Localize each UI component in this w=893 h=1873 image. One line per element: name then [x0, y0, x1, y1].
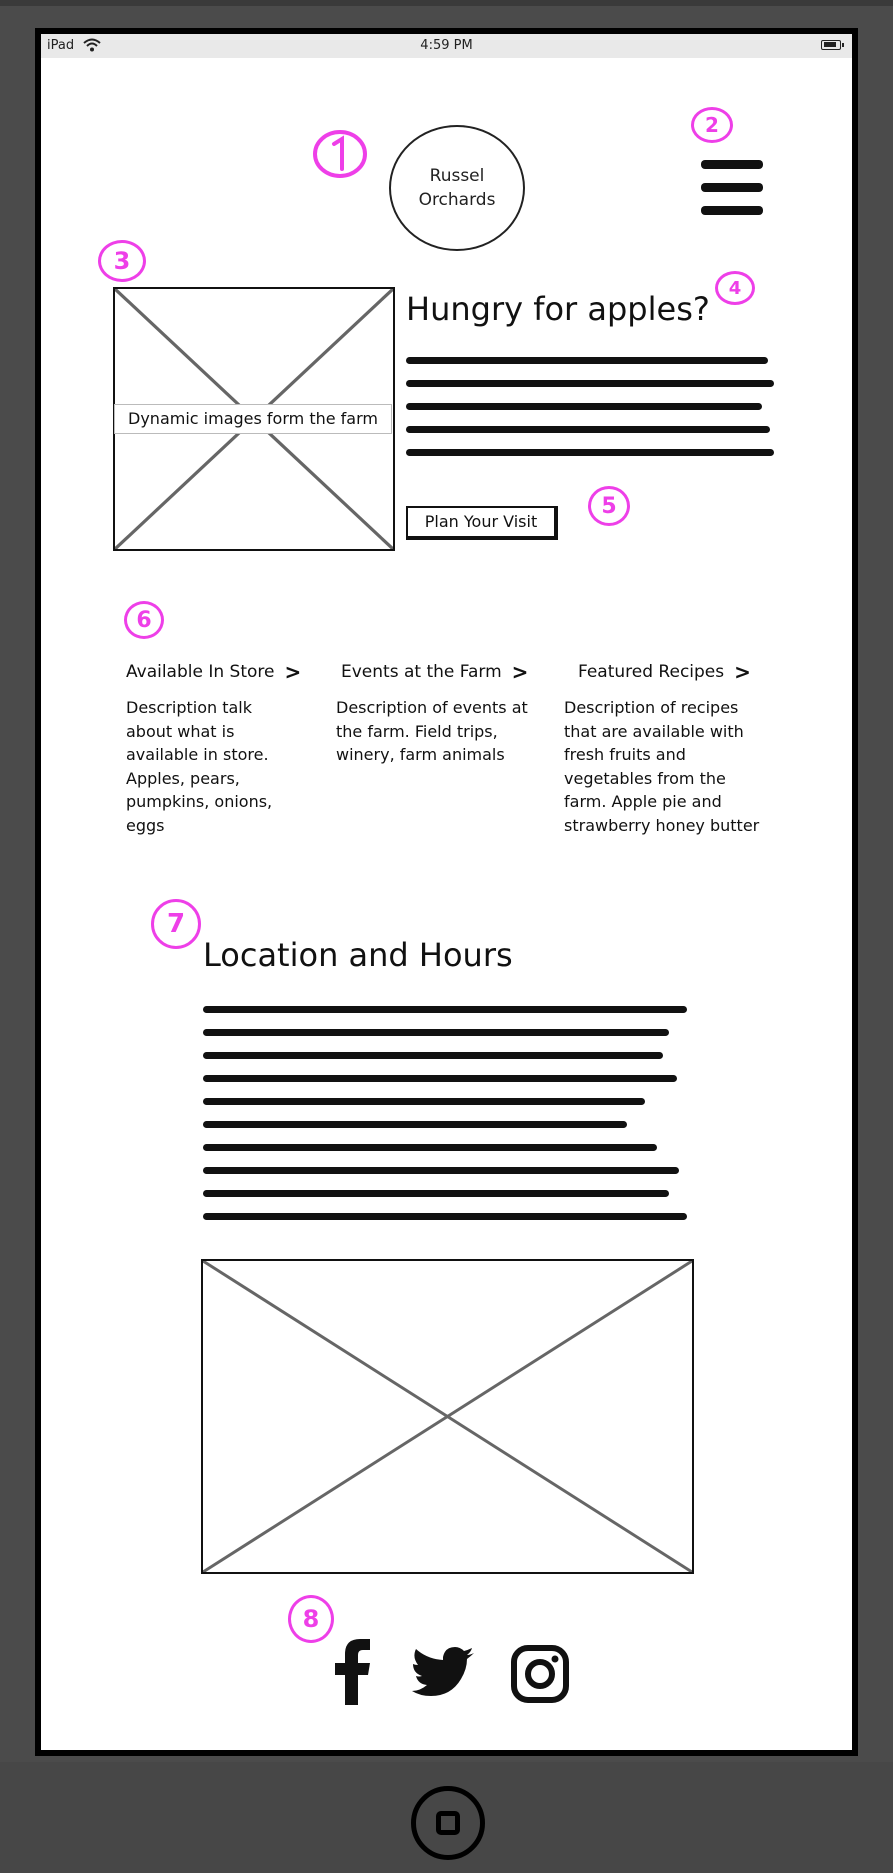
hero-heading: Hungry for apples?	[406, 290, 710, 328]
location-placeholder-text	[203, 1006, 693, 1231]
twitter-icon[interactable]	[412, 1647, 474, 1699]
battery-tip	[842, 43, 844, 47]
annotation-6: 6	[124, 601, 164, 639]
hero-image-caption: Dynamic images form the farm	[114, 404, 392, 434]
chevron-right-icon: >	[511, 660, 529, 684]
feature-link-available-in-store[interactable]: Available In Store >	[126, 660, 301, 684]
annotation-3: 3	[98, 240, 146, 282]
status-time: 4:59 PM	[420, 38, 473, 53]
feature-description: Description of recipes that are availabl…	[564, 698, 760, 835]
hero-placeholder-text	[406, 355, 776, 465]
feature-title: Available In Store	[126, 662, 275, 682]
battery-icon	[821, 40, 841, 50]
device-top-bezel	[0, 0, 893, 6]
instagram-icon[interactable]	[511, 1645, 569, 1703]
logo-text-line1: Russel	[429, 166, 485, 186]
feature-link-featured-recipes[interactable]: Featured Recipes >	[578, 660, 751, 684]
feature-description: Description of events at the farm. Field…	[336, 698, 528, 764]
feature-description: Description talk about what is available…	[126, 698, 273, 835]
annotation-2: 2	[691, 107, 733, 143]
status-bar: iPad 4:59 PM	[41, 34, 852, 58]
annotation-4: 4	[715, 271, 755, 305]
home-button-icon	[436, 1811, 460, 1835]
map-image-placeholder	[201, 1259, 694, 1574]
feature-title: Featured Recipes	[578, 662, 725, 682]
hamburger-menu-icon[interactable]	[701, 160, 763, 216]
logo-text-line2: Orchards	[418, 190, 496, 210]
chevron-right-icon: >	[284, 660, 302, 684]
facebook-icon[interactable]	[332, 1639, 372, 1705]
location-heading: Location and Hours	[203, 936, 513, 974]
annotation-7: 7	[151, 899, 201, 949]
feature-link-events-at-the-farm[interactable]: Events at the Farm >	[341, 660, 528, 684]
annotation-5: 5	[588, 486, 630, 526]
plan-your-visit-button[interactable]: Plan Your Visit	[406, 506, 558, 540]
annotation-8: 8	[288, 1595, 334, 1643]
chevron-right-icon: >	[734, 660, 751, 684]
annotation-1	[313, 130, 367, 178]
feature-title: Events at the Farm	[341, 662, 502, 682]
logo[interactable]: Russel Orchards	[389, 125, 525, 251]
